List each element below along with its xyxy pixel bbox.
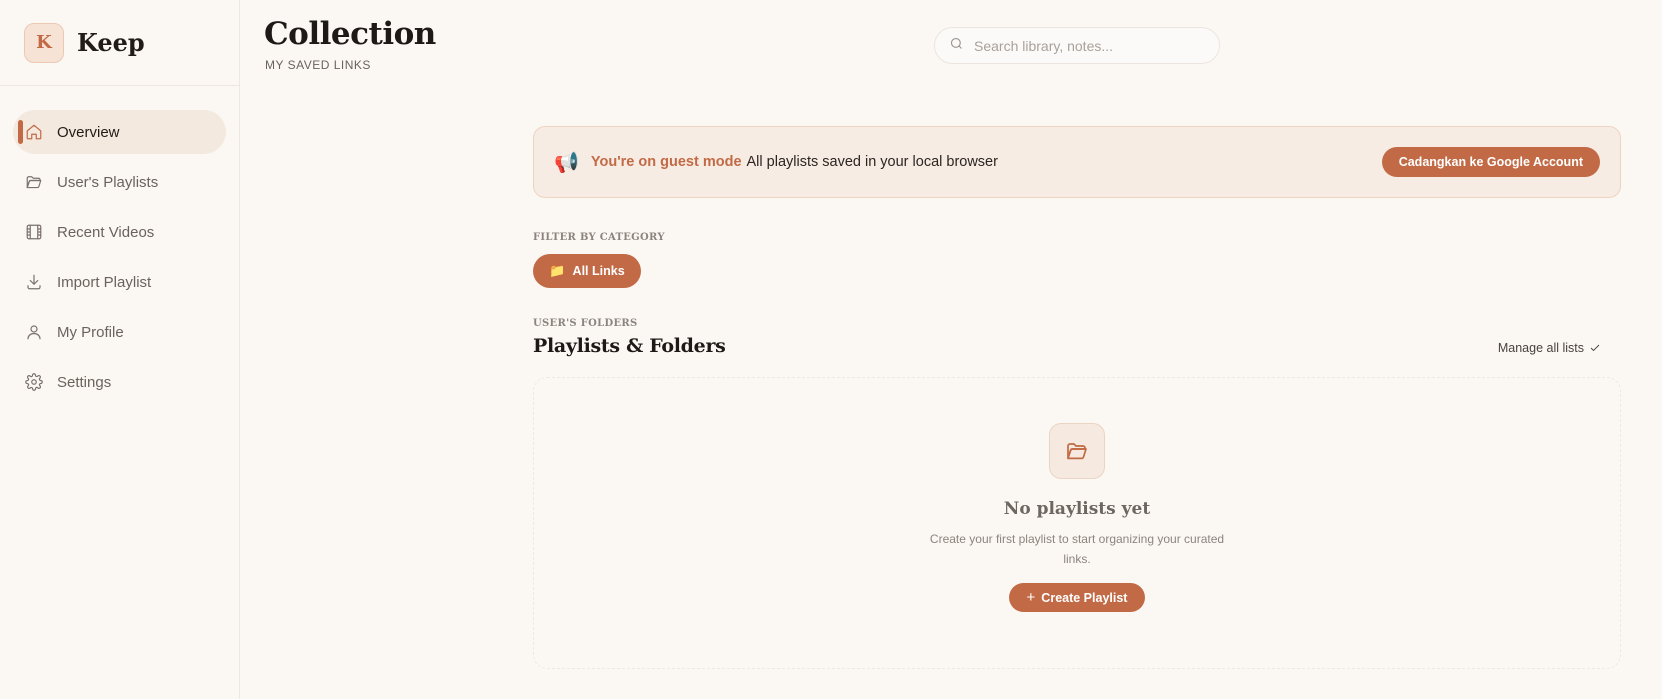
empty-folder-icon bbox=[1049, 423, 1105, 479]
search-input[interactable] bbox=[974, 37, 1204, 54]
folders-title: Playlists & Folders bbox=[533, 335, 726, 357]
sidebar-nav: Overview User's Playlists Recent Videos … bbox=[0, 86, 239, 404]
page-subtitle: MY SAVED LINKS bbox=[265, 58, 371, 72]
film-icon bbox=[25, 223, 43, 241]
gear-icon bbox=[25, 373, 43, 391]
filter-chip-label: All Links bbox=[572, 264, 625, 278]
brand[interactable]: K Keep bbox=[0, 0, 239, 86]
sidebar-item-label: Settings bbox=[57, 373, 112, 391]
banner-text: All playlists saved in your local browse… bbox=[746, 154, 998, 170]
megaphone-icon: 📢 bbox=[554, 151, 579, 174]
main-content: 📢 You're on guest mode All playlists sav… bbox=[533, 126, 1621, 669]
plus-icon: + bbox=[1026, 589, 1036, 606]
download-icon bbox=[25, 273, 43, 291]
filter-label: FILTER BY CATEGORY bbox=[533, 232, 665, 243]
sidebar-item-import-playlist[interactable]: Import Playlist bbox=[13, 260, 226, 304]
page-header: Collection MY SAVED LINKS bbox=[240, 0, 1662, 90]
backup-google-button[interactable]: Cadangkan ke Google Account bbox=[1381, 147, 1600, 177]
sidebar-item-label: Recent Videos bbox=[57, 223, 155, 241]
guest-mode-banner: 📢 You're on guest mode All playlists sav… bbox=[533, 126, 1621, 198]
sidebar-item-label: User's Playlists bbox=[57, 173, 159, 191]
brand-logo: K bbox=[24, 22, 64, 63]
sidebar-item-settings[interactable]: Settings bbox=[13, 360, 226, 404]
manage-link-label: Manage all lists bbox=[1497, 341, 1584, 355]
empty-state-description: Create your first playlist to start orga… bbox=[929, 532, 1225, 566]
sidebar: K Keep Overview User's Playlists Recent … bbox=[0, 0, 240, 699]
folder-open-icon bbox=[25, 173, 43, 191]
create-playlist-button[interactable]: + Create Playlist bbox=[1008, 583, 1146, 612]
user-icon bbox=[25, 323, 43, 341]
sidebar-item-recent-videos[interactable]: Recent Videos bbox=[13, 210, 226, 254]
sidebar-item-label: My Profile bbox=[57, 323, 124, 341]
sidebar-item-label: Overview bbox=[57, 123, 120, 141]
folders-header: Playlists & Folders Manage all lists bbox=[533, 335, 1621, 365]
empty-state: No playlists yet Create your first playl… bbox=[533, 377, 1621, 669]
folder-icon: 📁 bbox=[549, 263, 566, 278]
filter-chip-all-links[interactable]: 📁 All Links bbox=[533, 254, 641, 288]
search-box[interactable] bbox=[934, 27, 1220, 64]
sidebar-item-users-playlists[interactable]: User's Playlists bbox=[13, 160, 226, 204]
home-icon bbox=[25, 123, 43, 141]
sidebar-item-label: Import Playlist bbox=[57, 273, 152, 291]
manage-all-lists-link[interactable]: Manage all lists bbox=[1498, 341, 1601, 355]
brand-name: Keep bbox=[77, 28, 145, 57]
sidebar-item-my-profile[interactable]: My Profile bbox=[13, 310, 226, 354]
folders-label: USER'S FOLDERS bbox=[533, 318, 638, 329]
search-icon bbox=[949, 36, 964, 56]
create-playlist-label: Create Playlist bbox=[1041, 590, 1128, 605]
sidebar-item-overview[interactable]: Overview bbox=[13, 110, 226, 154]
banner-strong-text: You're on guest mode bbox=[590, 154, 742, 170]
empty-state-title: No playlists yet bbox=[1003, 499, 1151, 519]
page-title: Collection bbox=[264, 16, 436, 52]
check-icon bbox=[1590, 344, 1600, 352]
